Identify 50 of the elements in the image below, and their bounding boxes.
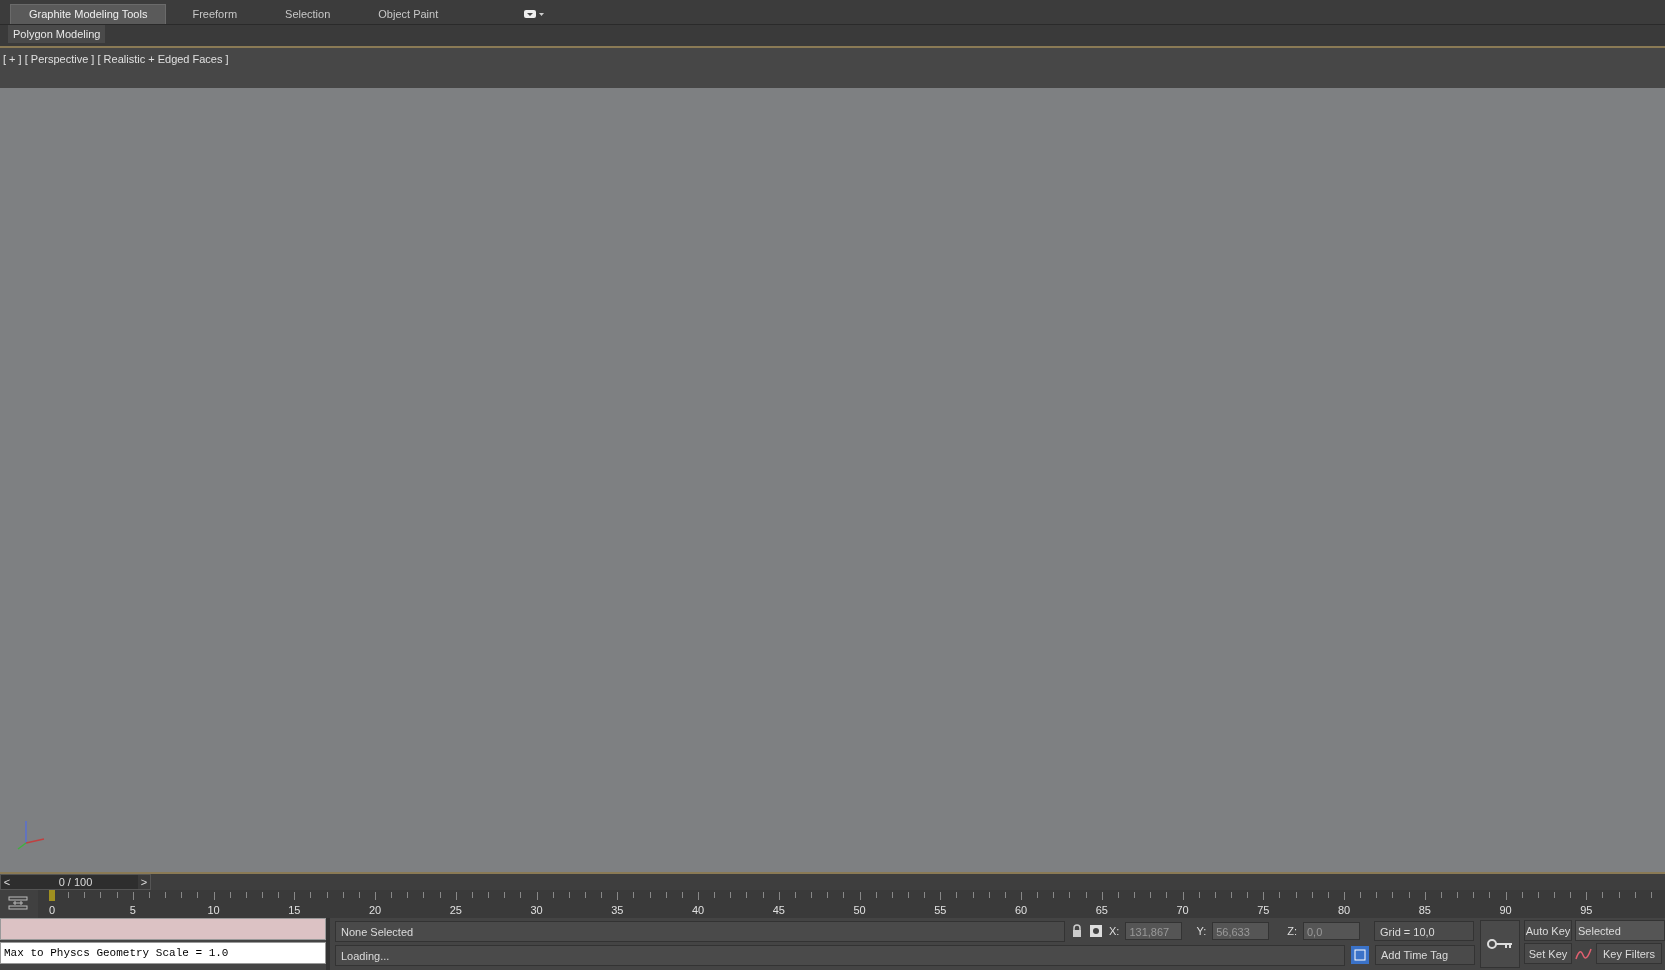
tick-label: 0 xyxy=(48,903,56,919)
time-tag-icon[interactable] xyxy=(1351,946,1369,965)
key-icon xyxy=(1487,938,1513,951)
tick-label: 5 xyxy=(129,903,136,919)
selection-status: None Selected xyxy=(335,920,1065,942)
set-keys-button[interactable] xyxy=(1480,920,1520,969)
tick-label: 75 xyxy=(1257,903,1270,919)
x-label: X: xyxy=(1109,924,1120,940)
listener-input[interactable] xyxy=(0,918,326,941)
ribbon-options-icon[interactable] xyxy=(524,8,545,19)
set-key-button[interactable]: Set Key xyxy=(1524,943,1572,965)
timeline-ruler[interactable]: 0 5 10 15 20 25 30 35 40 45 50 55 60 65 70 75 80 85 90 95 xyxy=(38,890,1665,919)
lock-icon[interactable] xyxy=(1071,924,1083,939)
next-frame-button[interactable]: > xyxy=(138,875,150,890)
absolute-mode-icon[interactable] xyxy=(1089,924,1103,939)
tick-label: 40 xyxy=(691,903,705,919)
tick-label: 50 xyxy=(853,903,866,919)
tick-label: 65 xyxy=(1095,903,1108,919)
tick-label: 15 xyxy=(288,903,301,919)
ribbon-tab[interactable]: Selection xyxy=(263,3,353,24)
grid-status: Grid = 10,0 xyxy=(1374,921,1474,942)
add-time-tag-button[interactable]: Add Time Tag xyxy=(1375,945,1475,966)
tick-label: 30 xyxy=(530,903,543,919)
time-slider-thumb[interactable]: < 0 / 100 > xyxy=(0,874,151,891)
tick-label: 70 xyxy=(1176,903,1189,919)
tick-label: 85 xyxy=(1418,903,1431,919)
current-frame-marker[interactable] xyxy=(49,890,55,902)
tick-label: 10 xyxy=(207,903,220,919)
track-bar-icon[interactable] xyxy=(8,896,28,911)
key-mode-dropdown[interactable]: Selected xyxy=(1575,920,1665,942)
auto-key-button[interactable]: Auto Key xyxy=(1524,920,1572,942)
tick-label: 80 xyxy=(1337,903,1351,919)
tick-label: 25 xyxy=(449,903,462,919)
ribbon-tab[interactable]: Object Paint xyxy=(356,3,461,24)
tick-label: 55 xyxy=(934,903,947,919)
previous-frame-button[interactable]: < xyxy=(1,875,13,890)
tick-label: 35 xyxy=(611,903,624,919)
ribbon-tab[interactable]: Freeform xyxy=(170,3,260,24)
y-label: Y: xyxy=(1196,924,1207,940)
key-filters-button[interactable]: Key Filters xyxy=(1596,943,1662,965)
tick-label: 20 xyxy=(368,903,382,919)
tick-label: 90 xyxy=(1499,903,1512,919)
z-label: Z: xyxy=(1287,924,1297,940)
tick-label: 45 xyxy=(772,903,785,919)
frame-reading: 0 / 100 xyxy=(57,875,94,891)
tick-label: 60 xyxy=(1014,903,1028,919)
listener-output[interactable]: Max to Physcs Geometry Scale = 1.0 xyxy=(0,942,326,965)
ribbon-tab[interactable]: Graphite Modeling Tools xyxy=(10,3,167,24)
tick-label: 95 xyxy=(1580,903,1593,919)
viewport-label[interactable]: [ + ] [ Perspective ] [ Realistic + Edged Faces ] xyxy=(3,50,229,68)
